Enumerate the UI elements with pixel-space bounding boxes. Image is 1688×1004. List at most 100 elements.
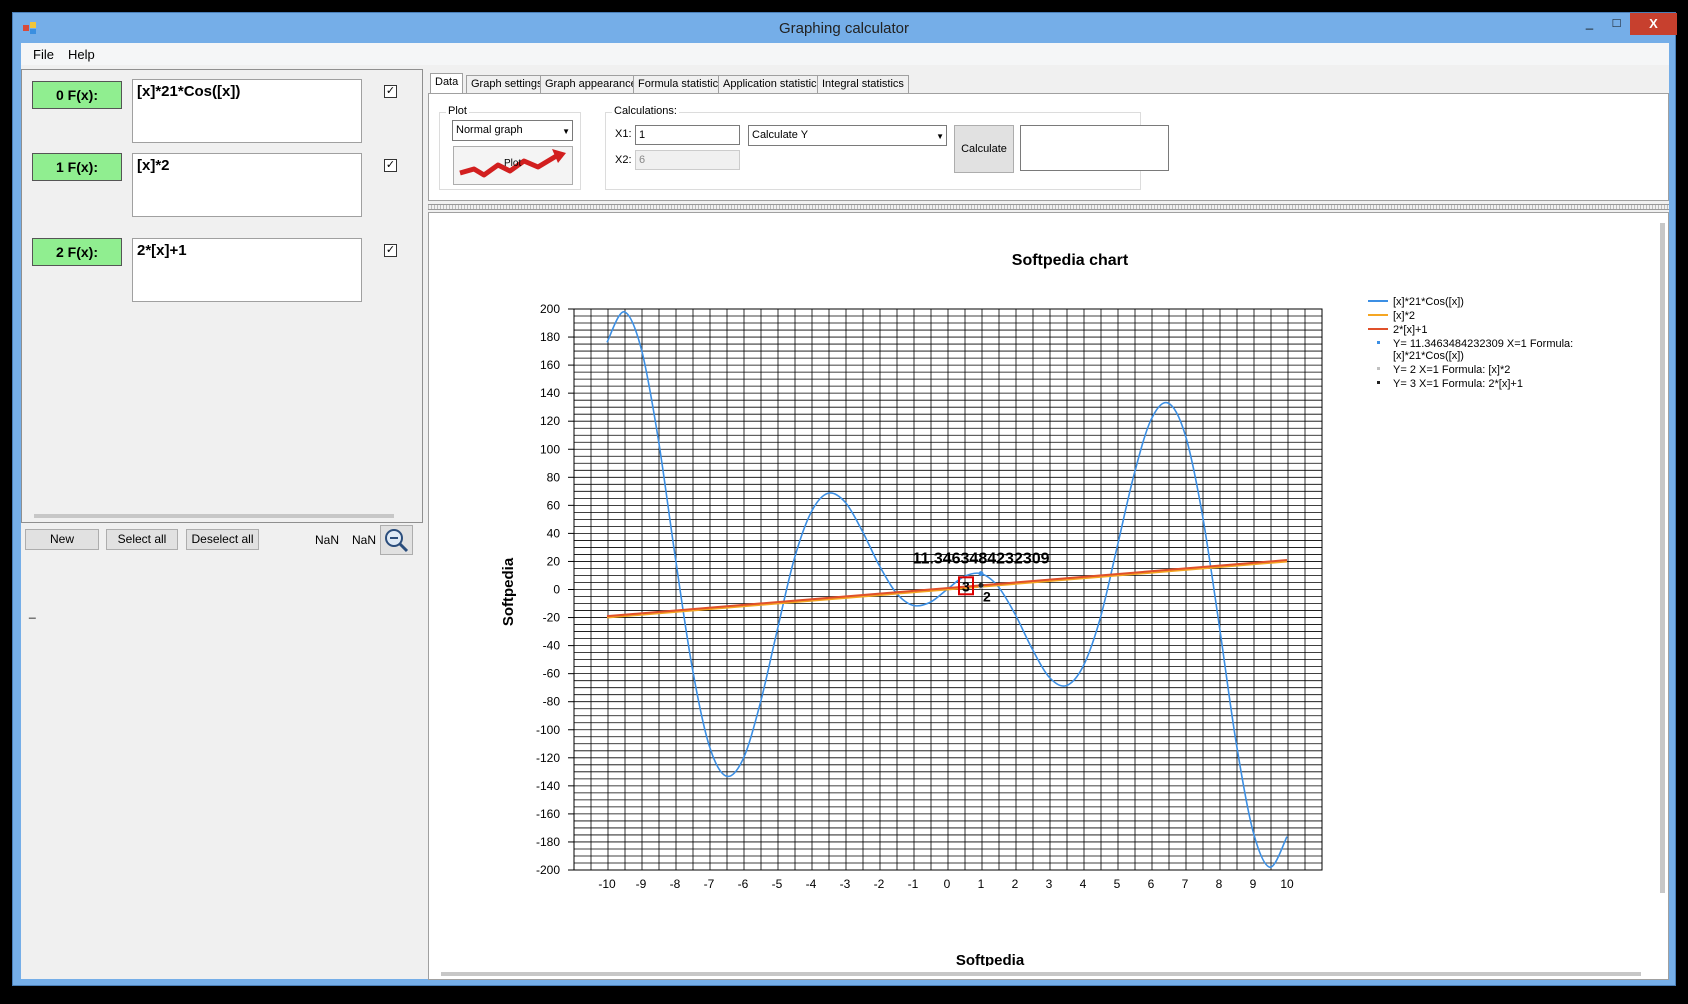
- data-tab-page: Plot Normal graph ▼ Plot Calculations: X…: [428, 93, 1669, 201]
- zoom-out-button[interactable]: [380, 525, 413, 555]
- chevron-down-icon: ▼: [562, 127, 570, 136]
- function-checkbox-1[interactable]: ✓: [384, 159, 397, 172]
- x1-input[interactable]: 1: [635, 125, 740, 145]
- x-tick-label: -6: [738, 877, 749, 891]
- chart-title: Softpedia chart: [1012, 252, 1129, 269]
- plot-button[interactable]: Plot: [453, 146, 573, 185]
- x-tick-label: 6: [1148, 877, 1155, 891]
- function-checkbox-2[interactable]: ✓: [384, 244, 397, 257]
- plot-group: Plot Normal graph ▼ Plot: [439, 105, 581, 190]
- y-tick-label: 200: [540, 302, 560, 316]
- menu-file[interactable]: File: [33, 47, 54, 62]
- zoom-out-icon: [385, 529, 409, 553]
- y-tick-label: -60: [543, 667, 561, 681]
- legend-point-entry-1: Y= 2 X=1 Formula: [x]*2: [1393, 364, 1510, 376]
- result-output: [1020, 125, 1169, 171]
- chart-panel: Softpedia chart 11.3463484232309 2 3 200 18…: [428, 212, 1669, 980]
- y-tick-label: 40: [547, 526, 561, 540]
- plot-mode-value: Normal graph: [456, 124, 523, 136]
- y-tick-label: -160: [536, 807, 560, 821]
- x-axis-label: Softpedia: [956, 952, 1025, 966]
- y-tick-label: 120: [540, 414, 560, 428]
- function-label-0: 0 F(x):: [32, 81, 122, 109]
- x-tick-label: -10: [598, 877, 616, 891]
- splitter[interactable]: [428, 204, 1669, 210]
- x-tick-label: 9: [1250, 877, 1257, 891]
- x-tick-label: 10: [1280, 877, 1294, 891]
- deselect-all-button[interactable]: Deselect all: [186, 529, 259, 550]
- y-tick-label: 80: [547, 470, 561, 484]
- calculation-mode-select[interactable]: Calculate Y ▼: [748, 125, 947, 146]
- right-panel: Data Graph settings Graph appearance For…: [428, 69, 1669, 980]
- legend-entry-1: [x]*2: [1393, 310, 1415, 322]
- x2-label: X2:: [615, 154, 632, 166]
- y-axis-label: Softpedia: [500, 557, 517, 626]
- y-tick-label: -20: [543, 611, 561, 625]
- x-tick-label: -2: [874, 877, 885, 891]
- tab-graph-appearance[interactable]: Graph appearance: [540, 75, 642, 93]
- plot-mode-select[interactable]: Normal graph ▼: [452, 120, 573, 141]
- window-title: Graphing calculator: [778, 20, 910, 37]
- legend-entry-2: 2*[x]+1: [1393, 324, 1428, 336]
- calculation-mode-value: Calculate Y: [752, 129, 809, 141]
- x-tick-label: -9: [636, 877, 647, 891]
- y-tick-label: 160: [540, 358, 560, 372]
- legend-point-marker-1: [1377, 367, 1380, 370]
- function-checkbox-0[interactable]: ✓: [384, 85, 397, 98]
- legend-point-marker-0: [1377, 341, 1380, 344]
- calc-point-2: [978, 582, 984, 588]
- tab-data[interactable]: Data: [430, 73, 464, 94]
- tab-application-statistics[interactable]: Application statistics: [718, 75, 828, 93]
- legend-point-entry-0: Y= 11.3463484232309 X=1 Formula: [x]*21*C…: [1393, 338, 1573, 362]
- x-tick-label: 0: [944, 877, 951, 891]
- chart-svg: Softpedia chart 11.346348423230923 20018…: [500, 252, 1573, 966]
- title-bar[interactable]: Graphing calculator _ □ X: [13, 13, 1677, 42]
- x-tick-label: 8: [1216, 877, 1223, 891]
- status-nan-1: NaN: [315, 533, 340, 547]
- x-tick-label: 5: [1114, 877, 1121, 891]
- function-input-0[interactable]: [x]*21*Cos([x]): [132, 79, 362, 143]
- x-tick-label: 7: [1182, 877, 1189, 891]
- y-tick-label: 20: [547, 554, 561, 568]
- select-all-button[interactable]: Select all: [106, 529, 178, 550]
- legend-point-entry-2: Y= 3 X=1 Formula: 2*[x]+1: [1393, 378, 1523, 390]
- y-tick-label: 0: [553, 583, 560, 597]
- x-tick-label: 3: [1046, 877, 1053, 891]
- close-button[interactable]: X: [1630, 13, 1677, 35]
- legend-point-marker-2: [1377, 381, 1380, 384]
- x-tick-label: -7: [704, 877, 715, 891]
- new-button[interactable]: New: [25, 529, 99, 550]
- calc-point-label-1: 2: [983, 589, 991, 605]
- y-tick-label: -120: [536, 751, 560, 765]
- maximize-button[interactable]: □: [1603, 15, 1630, 36]
- function-input-2[interactable]: 2*[x]+1: [132, 238, 362, 302]
- tab-integral-statistics[interactable]: Integral statistics: [817, 75, 909, 93]
- function-list-scrollbar[interactable]: [24, 512, 420, 520]
- x2-input[interactable]: 6: [635, 150, 740, 170]
- tab-formula-statistics[interactable]: Formula statistics: [633, 75, 729, 93]
- x-tick-label: 4: [1080, 877, 1087, 891]
- chart-vertical-scrollbar[interactable]: [1657, 215, 1667, 965]
- calculate-button[interactable]: Calculate: [954, 125, 1014, 173]
- legend-entry-0: [x]*21*Cos([x]): [1393, 296, 1464, 308]
- y-tick-label: 140: [540, 386, 560, 400]
- y-tick-label: -40: [543, 639, 561, 653]
- x-tick-label: 2: [1012, 877, 1019, 891]
- x-tick-label: 1: [978, 877, 985, 891]
- y-tick-label: -80: [543, 695, 561, 709]
- function-label-2: 2 F(x):: [32, 238, 122, 266]
- calc-point-0: [978, 571, 984, 577]
- calc-point-label-2: 3: [962, 578, 970, 594]
- plot-group-title: Plot: [446, 105, 469, 117]
- chevron-down-icon: ▼: [936, 132, 944, 141]
- x-tick-label: -5: [772, 877, 783, 891]
- status-dash: _: [29, 605, 36, 619]
- chart-horizontal-scrollbar[interactable]: [431, 968, 1656, 978]
- app-window: Graphing calculator _ □ X File Help 0 F(…: [12, 12, 1677, 986]
- menu-help[interactable]: Help: [68, 47, 95, 62]
- function-input-1[interactable]: [x]*2: [132, 153, 362, 217]
- tab-graph-settings[interactable]: Graph settings: [466, 75, 548, 93]
- y-tick-label: 180: [540, 330, 560, 344]
- y-tick-label: -100: [536, 723, 560, 737]
- minimize-button[interactable]: _: [1576, 15, 1603, 36]
